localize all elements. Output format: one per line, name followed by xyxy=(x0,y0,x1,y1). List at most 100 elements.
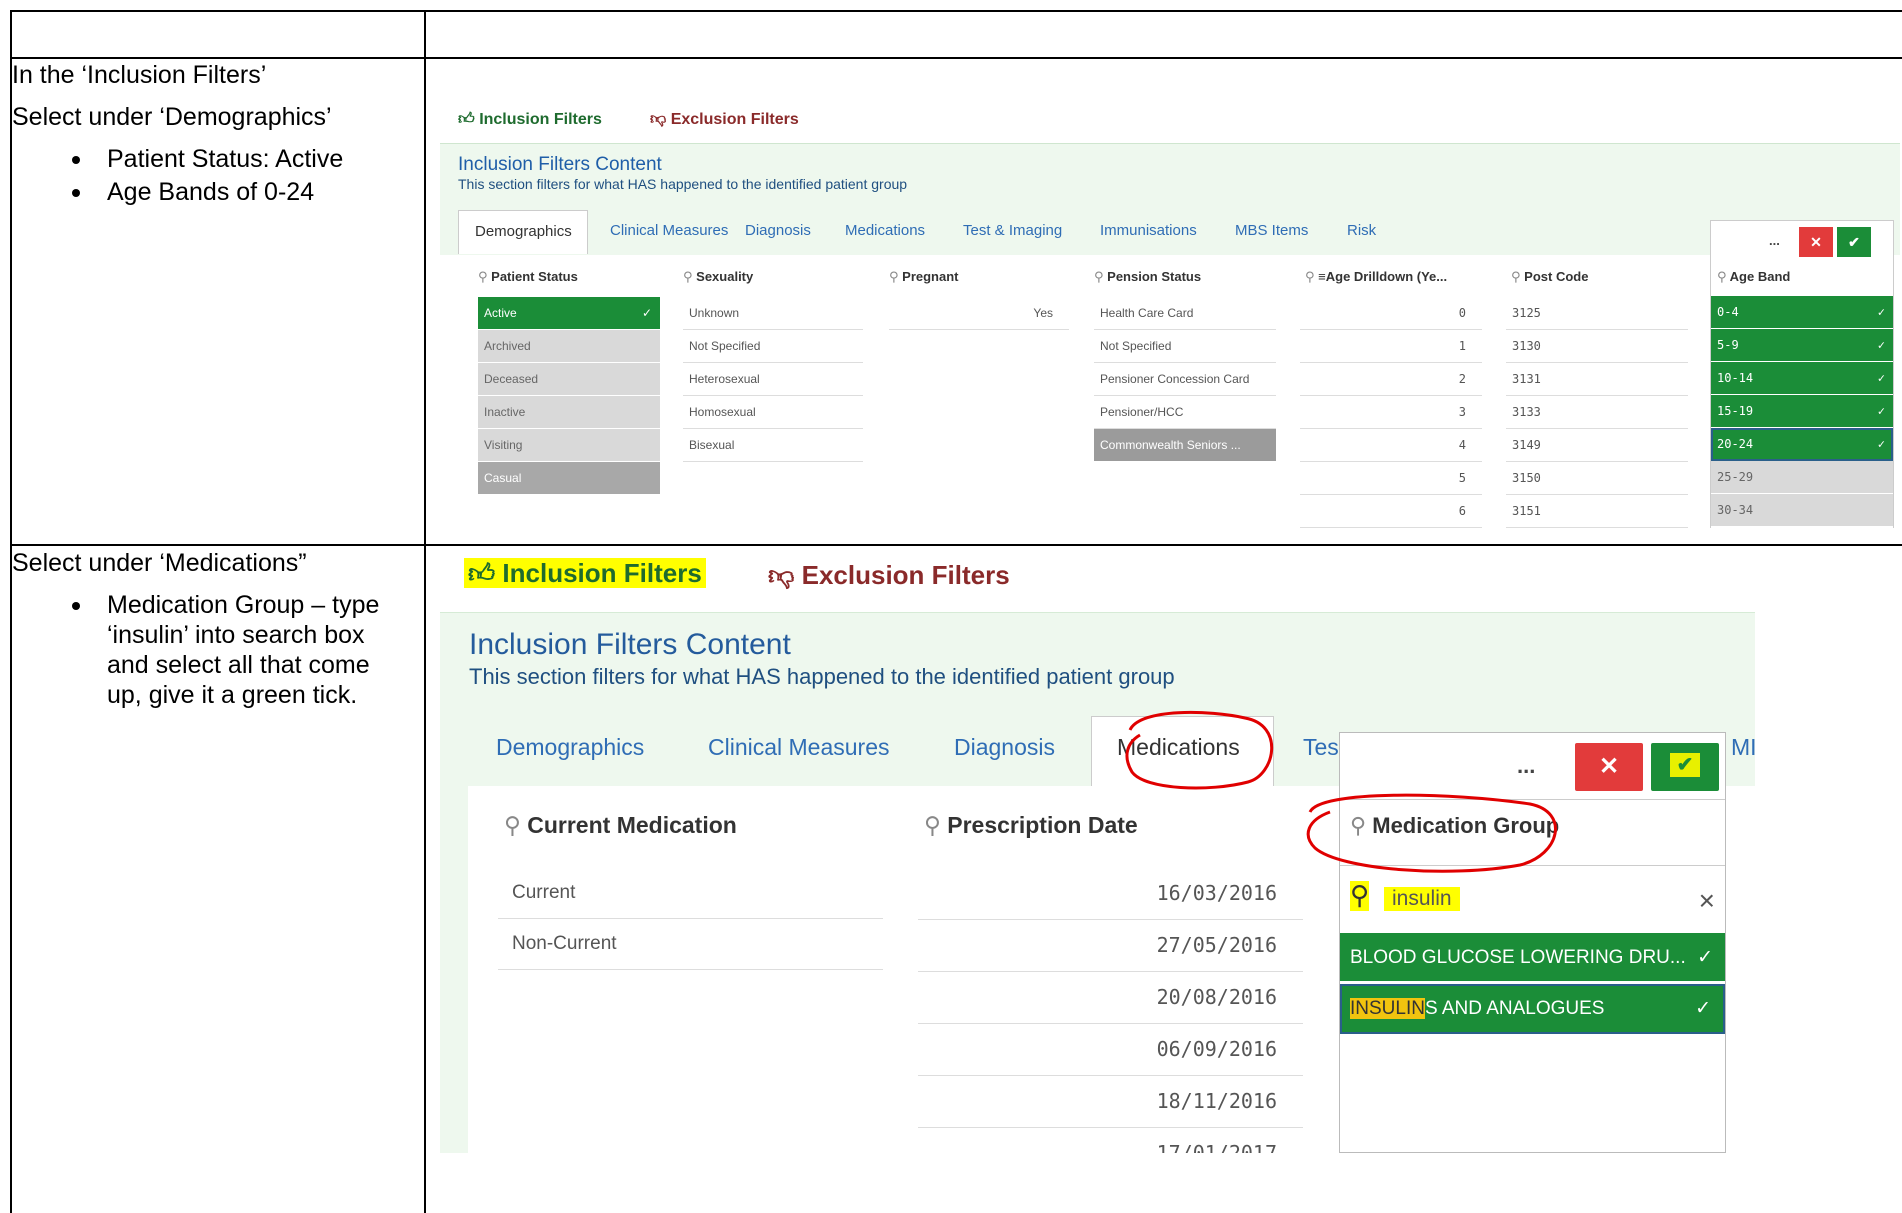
age-band-header[interactable]: ⚲ Age Band xyxy=(1717,269,1790,285)
tab-clinical-measures[interactable]: Clinical Measures xyxy=(588,210,745,254)
confirm-selection-button[interactable]: ✔ xyxy=(1837,227,1871,257)
list-item[interactable]: 0-4 ✓ xyxy=(1711,296,1893,329)
more-options-icon[interactable]: ... xyxy=(1769,233,1780,248)
pension-status-header[interactable]: ⚲ Pension Status xyxy=(1094,269,1201,285)
list-item[interactable]: Inactive xyxy=(478,396,660,429)
bullet-list: Medication Group – type ‘insulin’ into s… xyxy=(12,590,417,710)
row1-instructions: In the ‘Inclusion Filters’ Select under … xyxy=(12,60,417,210)
list-item[interactable]: Heterosexual xyxy=(683,363,863,396)
list-item[interactable]: Deceased xyxy=(478,363,660,396)
list-item[interactable]: 0 xyxy=(1300,297,1482,330)
tab-diagnosis[interactable]: Diagnosis xyxy=(954,734,1055,761)
search-icon: ⚲ xyxy=(1350,881,1370,911)
list-item[interactable]: 30-34 xyxy=(1711,494,1893,527)
list-item[interactable]: BLOOD GLUCOSE LOWERING DRU... ✓ xyxy=(1340,933,1725,983)
list-item[interactable]: 3149 xyxy=(1506,429,1688,462)
confirm-selection-button[interactable]: ✔ xyxy=(1651,743,1719,791)
list-item[interactable]: Active ✓ xyxy=(478,297,660,330)
tab-test-imaging[interactable]: Test & Imaging xyxy=(963,210,1100,254)
list-item[interactable]: Pensioner/HCC xyxy=(1094,396,1276,429)
age-drilldown-header[interactable]: ⚲ ≡Age Drilldown (Ye... xyxy=(1305,269,1447,285)
table-row-divider xyxy=(10,544,1902,546)
list-item[interactable]: Current xyxy=(498,868,883,919)
tab-risk[interactable]: Risk xyxy=(1347,210,1407,254)
tab-test-imaging[interactable]: Tes xyxy=(1303,734,1339,761)
list-item[interactable]: 27/05/2016 xyxy=(918,920,1303,972)
inclusion-filters-tab[interactable]: 👍︎ Inclusion Filters xyxy=(464,558,706,589)
cancel-selection-button[interactable]: ✕ xyxy=(1575,743,1643,791)
more-options-icon[interactable]: ... xyxy=(1517,753,1535,779)
list-item[interactable]: INSULINS AND ANALOGUES ✓ xyxy=(1340,984,1725,1034)
category-tabs: Demographics Clinical Measures Diagnosis… xyxy=(458,210,1407,254)
tab-clinical-measures[interactable]: Clinical Measures xyxy=(708,734,890,761)
list-item[interactable]: Non-Current xyxy=(498,919,883,970)
thumbs-up-icon: 👍︎ xyxy=(468,558,496,588)
list-item[interactable]: 15-19 ✓ xyxy=(1711,395,1893,428)
current-medication-header[interactable]: ⚲ Current Medication xyxy=(504,812,737,839)
list-item[interactable]: 3130 xyxy=(1506,330,1688,363)
list-item[interactable]: Yes xyxy=(889,297,1069,330)
list-item[interactable]: 3133 xyxy=(1506,396,1688,429)
list-item[interactable]: 17/01/2017 xyxy=(918,1128,1303,1153)
exclusion-filters-tab[interactable]: 👎︎ Exclusion Filters xyxy=(650,110,799,129)
column-header-label: Pregnant xyxy=(902,269,959,284)
list-item[interactable]: 25-29 xyxy=(1711,461,1893,494)
list-item[interactable]: Pensioner Concession Card xyxy=(1094,363,1276,396)
list-item[interactable]: 20/08/2016 xyxy=(918,972,1303,1024)
clear-search-icon[interactable]: × xyxy=(1699,885,1715,917)
post-code-header[interactable]: ⚲ Post Code xyxy=(1511,269,1588,285)
sexuality-header[interactable]: ⚲ Sexuality xyxy=(683,269,753,285)
list-item[interactable]: 3125 xyxy=(1506,297,1688,330)
list-item[interactable]: Unknown xyxy=(683,297,863,330)
exclusion-filters-tab[interactable]: 👎︎ Exclusion Filters xyxy=(768,560,1010,591)
list-item[interactable]: 6 xyxy=(1300,495,1482,528)
check-icon: ✔ xyxy=(1670,753,1700,777)
list-item[interactable]: Visiting xyxy=(478,429,660,462)
list-item[interactable]: 4 xyxy=(1300,429,1482,462)
list-item[interactable]: 5 xyxy=(1300,462,1482,495)
list-item[interactable]: 1 xyxy=(1300,330,1482,363)
list-item[interactable]: 20-24 ✓ xyxy=(1711,428,1893,461)
list-item[interactable]: Homosexual xyxy=(683,396,863,429)
list-item[interactable]: 18/11/2016 xyxy=(918,1076,1303,1128)
tab-demographics[interactable]: Demographics xyxy=(496,734,644,761)
panel-subtitle: This section filters for what HAS happen… xyxy=(458,176,908,192)
list-item[interactable]: 3131 xyxy=(1506,363,1688,396)
medication-search-input[interactable]: ⚲ insulin × xyxy=(1350,881,1715,921)
tab-demographics[interactable]: Demographics xyxy=(458,210,588,254)
list-item[interactable]: Not Specified xyxy=(683,330,863,363)
search-icon: ⚲ xyxy=(1094,270,1104,285)
demographics-screenshot: 👍︎ Inclusion Filters 👎︎ Exclusion Filter… xyxy=(440,98,1900,528)
tab-immunisations[interactable]: Immunisations xyxy=(1100,210,1235,254)
pregnant-header[interactable]: ⚲ Pregnant xyxy=(889,269,959,285)
tab-medications[interactable]: Medications xyxy=(1117,734,1240,761)
tab-mbs-items[interactable]: MBS Items xyxy=(1235,210,1347,254)
inclusion-filters-tab[interactable]: 👍︎ Inclusion Filters xyxy=(458,110,602,129)
list-item[interactable]: 2 xyxy=(1300,363,1482,396)
list-item[interactable]: 3 xyxy=(1300,396,1482,429)
tab-diagnosis[interactable]: Diagnosis xyxy=(745,210,845,254)
list-item[interactable]: 06/09/2016 xyxy=(918,1024,1303,1076)
bullet-item: Age Bands of 0-24 xyxy=(12,177,417,207)
drilldown-icon: ≡ xyxy=(1318,269,1326,284)
list-item[interactable]: Bisexual xyxy=(683,429,863,462)
prescription-date-header[interactable]: ⚲ Prescription Date xyxy=(924,812,1138,839)
list-item[interactable]: Health Care Card xyxy=(1094,297,1276,330)
list-item[interactable]: 10-14 ✓ xyxy=(1711,362,1893,395)
list-item[interactable]: Commonwealth Seniors ... xyxy=(1094,429,1276,462)
list-item[interactable]: 3150 xyxy=(1506,462,1688,495)
tab-medications[interactable]: Medications xyxy=(845,210,963,254)
tab-mbs-items[interactable]: MI xyxy=(1731,734,1755,761)
list-item[interactable]: 16/03/2016 xyxy=(918,868,1303,920)
list-item[interactable]: Archived xyxy=(478,330,660,363)
cancel-selection-button[interactable]: ✕ xyxy=(1799,227,1833,257)
medication-group-header[interactable]: ⚲ Medication Group xyxy=(1350,813,1559,839)
list-item[interactable]: 3151 xyxy=(1506,495,1688,528)
list-item[interactable]: Not Specified xyxy=(1094,330,1276,363)
table-border-top xyxy=(10,10,1902,12)
thumbs-down-icon: 👎︎ xyxy=(650,111,667,128)
list-item[interactable]: Casual xyxy=(478,462,660,495)
bullet-item: Patient Status: Active xyxy=(12,144,417,174)
patient-status-header[interactable]: ⚲ Patient Status xyxy=(478,269,578,285)
list-item[interactable]: 5-9 ✓ xyxy=(1711,329,1893,362)
